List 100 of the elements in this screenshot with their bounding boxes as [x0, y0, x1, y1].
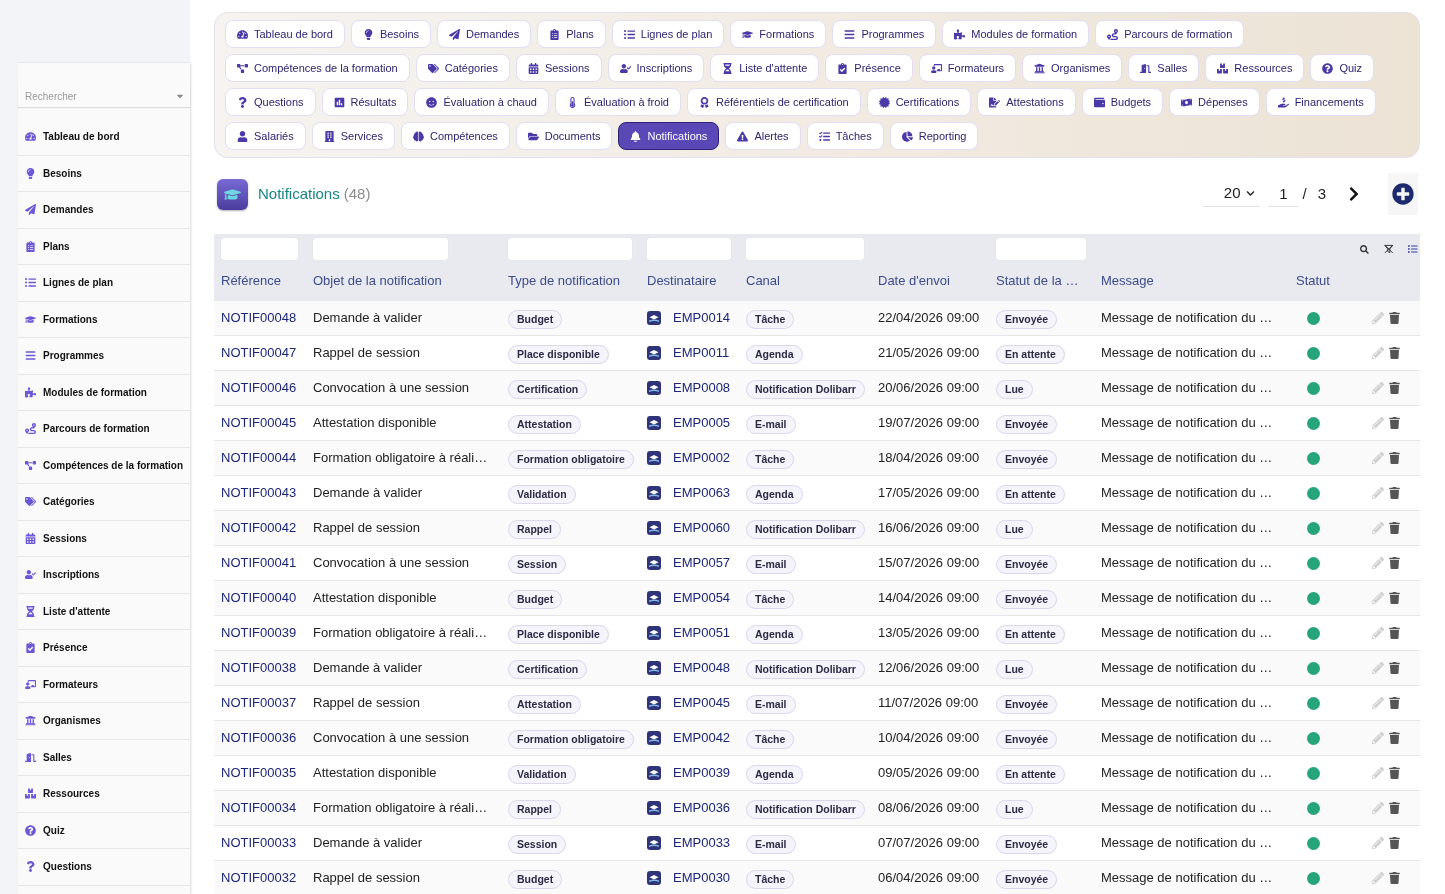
filter-clear-icon[interactable] — [1383, 243, 1394, 255]
nav-tab[interactable]: Liste d'attente — [710, 54, 820, 82]
pencil-icon[interactable] — [1372, 452, 1384, 464]
pencil-icon[interactable] — [1372, 557, 1384, 569]
nav-tab[interactable]: Certifications — [866, 88, 972, 116]
nav-tab[interactable]: Programmes — [832, 20, 937, 48]
column-header[interactable]: Type de notification — [508, 270, 647, 291]
pencil-icon[interactable] — [1372, 382, 1384, 394]
trash-icon[interactable] — [1389, 872, 1400, 884]
pencil-icon[interactable] — [1372, 417, 1384, 429]
pencil-icon[interactable] — [1372, 802, 1384, 814]
recipient-link[interactable]: EMP0063 — [673, 483, 731, 503]
nav-tab[interactable]: Lignes de plan — [611, 20, 725, 48]
recipient-link[interactable]: EMP0005 — [673, 413, 731, 433]
sidebar-item[interactable]: Ressources — [18, 776, 190, 813]
nav-tab[interactable]: Financements — [1265, 88, 1376, 116]
sidebar-item[interactable]: Besoins — [18, 155, 190, 192]
nav-tab[interactable]: Alertes — [725, 122, 801, 150]
trash-icon[interactable] — [1389, 592, 1400, 604]
recipient-link[interactable]: EMP0057 — [673, 553, 731, 573]
column-header[interactable]: Référence — [221, 270, 313, 291]
nav-tab[interactable]: Ressources — [1205, 54, 1305, 82]
nav-tab[interactable]: Parcours de formation — [1095, 20, 1245, 48]
reference-link[interactable]: NOTIF00037 — [221, 693, 313, 713]
reference-link[interactable]: NOTIF00034 — [221, 798, 313, 818]
recipient-link[interactable]: EMP0030 — [673, 868, 731, 888]
list-icon[interactable] — [1408, 243, 1418, 255]
sidebar-item[interactable]: Parcours de formation — [18, 411, 190, 448]
column-header[interactable]: Canal — [746, 270, 878, 291]
recipient-link[interactable]: EMP0011 — [673, 343, 730, 363]
reference-link[interactable]: NOTIF00041 — [221, 553, 313, 573]
nav-tab[interactable]: Documents — [515, 122, 613, 150]
sidebar-item[interactable]: Programmes — [18, 338, 190, 375]
sidebar-item[interactable]: Lignes de plan — [18, 265, 190, 302]
column-header[interactable]: Objet de la notification — [313, 270, 508, 291]
reference-link[interactable]: NOTIF00039 — [221, 623, 313, 643]
sidebar-item[interactable]: Présence — [18, 630, 190, 667]
recipient-link[interactable]: EMP0039 — [673, 763, 731, 783]
sidebar-item[interactable]: Modules de formation — [18, 374, 190, 411]
nav-tab[interactable]: Salles — [1128, 54, 1200, 82]
nav-tab[interactable]: Référentiels de certification — [686, 88, 861, 116]
nav-tab[interactable]: Formations — [730, 20, 827, 48]
sidebar-item[interactable]: Salles — [18, 739, 190, 776]
filter-field[interactable] — [221, 238, 298, 260]
nav-tab[interactable]: Demandes — [437, 20, 532, 48]
nav-tab[interactable]: Dépenses — [1169, 88, 1260, 116]
reference-link[interactable]: NOTIF00035 — [221, 763, 313, 783]
nav-tab[interactable]: Quiz — [1310, 54, 1375, 82]
nav-tab[interactable]: Inscriptions — [607, 54, 705, 82]
pencil-icon[interactable] — [1372, 697, 1384, 709]
trash-icon[interactable] — [1389, 662, 1400, 674]
nav-tab[interactable]: Évaluation à froid — [554, 88, 681, 116]
sidebar-item[interactable]: Formateurs — [18, 666, 190, 703]
nav-tab[interactable]: Tâches — [806, 122, 884, 150]
recipient-link[interactable]: EMP0045 — [673, 693, 731, 713]
sidebar-item[interactable]: Sessions — [18, 520, 190, 557]
reference-link[interactable]: NOTIF00044 — [221, 448, 313, 468]
recipient-link[interactable]: EMP0002 — [673, 448, 731, 468]
trash-icon[interactable] — [1389, 312, 1400, 324]
recipient-link[interactable]: EMP0033 — [673, 833, 731, 853]
filter-field[interactable] — [508, 238, 632, 260]
reference-link[interactable]: NOTIF00032 — [221, 868, 313, 888]
nav-tab[interactable]: Questions — [225, 88, 316, 116]
recipient-link[interactable]: EMP0048 — [673, 658, 731, 678]
recipient-link[interactable]: EMP0051 — [673, 623, 731, 643]
column-header[interactable]: Statut de la … — [996, 270, 1101, 291]
sidebar-item[interactable]: Tableau de bord — [18, 119, 190, 156]
trash-icon[interactable] — [1389, 417, 1400, 429]
reference-link[interactable]: NOTIF00047 — [221, 343, 313, 363]
nav-tab[interactable]: Compétences — [400, 122, 510, 150]
nav-tab[interactable]: Salariés — [225, 122, 306, 150]
reference-link[interactable]: NOTIF00036 — [221, 728, 313, 748]
nav-tab[interactable]: Notifications — [618, 122, 720, 150]
reference-link[interactable]: NOTIF00048 — [221, 308, 313, 328]
trash-icon[interactable] — [1389, 522, 1400, 534]
pencil-icon[interactable] — [1372, 662, 1384, 674]
trash-icon[interactable] — [1389, 697, 1400, 709]
nav-tab[interactable]: Formateurs — [918, 54, 1017, 82]
trash-icon[interactable] — [1389, 802, 1400, 814]
nav-tab[interactable]: Tableau de bord — [225, 20, 345, 48]
nav-tab[interactable]: Évaluation à chaud — [414, 88, 549, 116]
sidebar-item[interactable]: Demandes — [18, 192, 190, 229]
reference-link[interactable]: NOTIF00038 — [221, 658, 313, 678]
nav-tab[interactable]: Attestations — [977, 88, 1076, 116]
recipient-link[interactable]: EMP0036 — [673, 798, 731, 818]
pencil-icon[interactable] — [1372, 767, 1384, 779]
nav-tab[interactable]: Présence — [825, 54, 913, 82]
trash-icon[interactable] — [1389, 382, 1400, 394]
trash-icon[interactable] — [1389, 627, 1400, 639]
recipient-link[interactable]: EMP0014 — [673, 308, 731, 328]
pencil-icon[interactable] — [1372, 732, 1384, 744]
recipient-link[interactable]: EMP0042 — [673, 728, 731, 748]
recipient-link[interactable]: EMP0060 — [673, 518, 731, 538]
pencil-icon[interactable] — [1372, 872, 1384, 884]
trash-icon[interactable] — [1389, 487, 1400, 499]
pencil-icon[interactable] — [1372, 347, 1384, 359]
nav-tab[interactable]: Budgets — [1081, 88, 1164, 116]
reference-link[interactable]: NOTIF00040 — [221, 588, 313, 608]
pencil-icon[interactable] — [1372, 487, 1384, 499]
sidebar-item[interactable]: Quiz — [18, 812, 190, 849]
